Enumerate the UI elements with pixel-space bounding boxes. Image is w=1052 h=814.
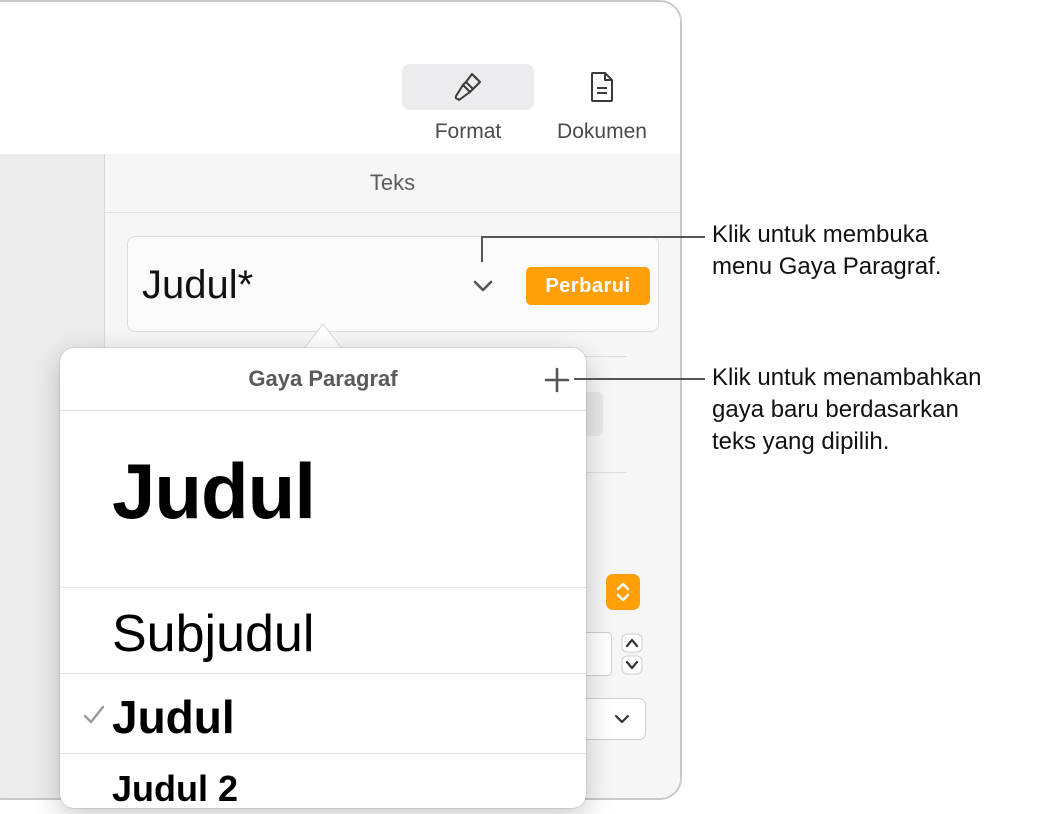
style-item-label: Judul [112, 447, 316, 535]
format-button[interactable]: Format [402, 64, 536, 154]
callout-add-line3: teks yang dipilih. [712, 428, 890, 455]
document-icon [536, 70, 668, 104]
popover-title: Gaya Paragraf [248, 366, 398, 391]
paragraph-style-selector[interactable]: Judul* Perbarui [127, 236, 659, 332]
tab-text[interactable]: Teks [105, 154, 680, 213]
font-size-stepper[interactable] [618, 632, 646, 676]
callout-menu: Klik untuk membuka menu Gaya Paragraf. [712, 219, 941, 283]
document-label: Dokumen [557, 120, 647, 143]
style-item-heading[interactable]: Judul [60, 674, 586, 754]
stepper-up-icon[interactable] [621, 633, 643, 653]
font-select-stepper[interactable] [606, 574, 640, 610]
callout-add-line1: Klik untuk menambahkan [712, 364, 982, 391]
update-style-button[interactable]: Perbarui [526, 267, 650, 305]
plus-icon [544, 367, 570, 393]
callout-line-horizontal [481, 236, 705, 238]
style-item-heading-2[interactable]: Judul 2 [60, 754, 586, 814]
format-label: Format [434, 120, 502, 143]
up-down-chevron-icon [616, 582, 630, 602]
popover-header: Gaya Paragraf [60, 348, 586, 411]
checkmark-icon [83, 705, 105, 724]
style-item-label: Judul 2 [112, 768, 239, 809]
style-item-label: Subjudul [112, 605, 315, 663]
callout-menu-line2: menu Gaya Paragraf. [712, 253, 942, 280]
callout-add-line2: gaya baru berdasarkan [712, 396, 959, 423]
chevron-down-icon[interactable] [468, 271, 498, 301]
style-item-subtitle[interactable]: Subjudul [60, 588, 586, 674]
paragraph-style-popover: Gaya Paragraf Judul Subjudul Judul Judul… [60, 348, 586, 809]
paintbrush-icon [402, 70, 534, 104]
callout-line-vertical [481, 236, 483, 262]
style-item-title[interactable]: Judul [60, 410, 586, 588]
callout-menu-line1: Klik untuk membuka [712, 221, 929, 248]
callout-add: Klik untuk menambahkan gaya baru berdasa… [712, 362, 981, 458]
popover-arrow [303, 323, 343, 350]
style-item-label: Judul [112, 691, 235, 743]
document-button[interactable]: Dokumen [536, 64, 670, 154]
stepper-down-icon[interactable] [621, 655, 643, 675]
current-style-name: Judul* [142, 263, 254, 307]
toolbar: Format Dokumen [0, 2, 680, 155]
add-style-button[interactable] [542, 365, 572, 395]
callout-line-add [574, 378, 705, 380]
chevron-down-icon [614, 714, 630, 724]
